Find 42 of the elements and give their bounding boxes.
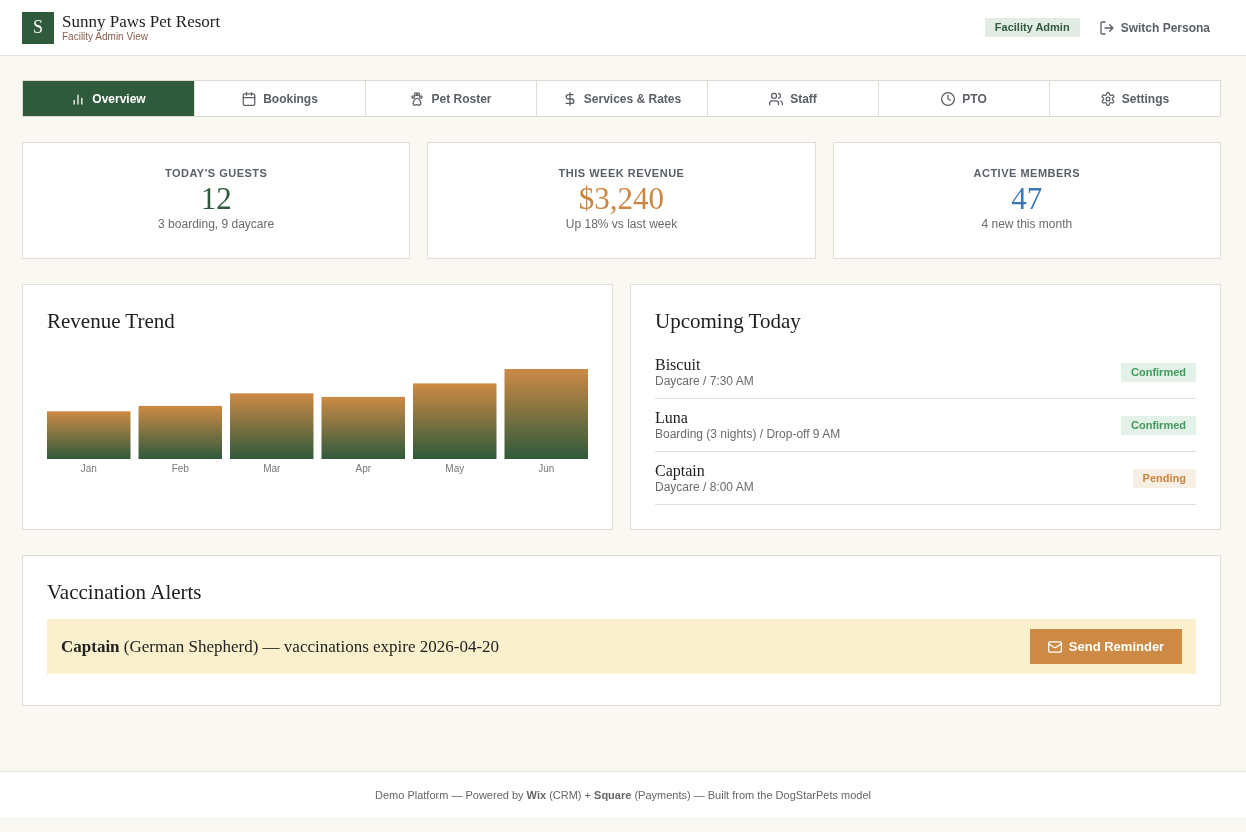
- booking-detail: Boarding (3 nights) / Drop-off 9 AM: [655, 427, 841, 442]
- panel-title: Upcoming Today: [655, 309, 802, 333]
- calendar-icon: [242, 91, 257, 106]
- envelope-icon: [1047, 639, 1062, 654]
- axis-label: Feb: [171, 463, 189, 474]
- stat-note: 3 boarding, 9 daycare: [158, 217, 275, 232]
- axis-label: Mar: [263, 463, 281, 474]
- stat-label: ACTIVE MEMBERS: [973, 166, 1081, 180]
- pet-name: Captain: [655, 461, 706, 480]
- footer-text: Demo Platform — Powered by Wix (CRM) + Square (Payments) — Built from the DogStarPets model: [375, 788, 871, 801]
- axis-label: Jan: [80, 463, 97, 474]
- stat-value: 12: [200, 181, 232, 217]
- booking-detail: Daycare / 7:30 AM: [655, 374, 754, 389]
- nav-tab[interactable]: Overview: [23, 81, 194, 116]
- paw-icon: [410, 91, 425, 106]
- status-tag: Confirmed: [1121, 362, 1196, 382]
- stat-value: $3,240: [578, 181, 665, 217]
- stat-note: 4 new this month: [981, 217, 1073, 232]
- status-tag: Pending: [1132, 468, 1196, 488]
- panel-title: Vaccination Alerts: [47, 580, 203, 604]
- booking-detail: Daycare / 8:00 AM: [655, 480, 754, 495]
- stat-value: 47: [1011, 181, 1043, 217]
- stat-label: THIS WEEK REVENUE: [558, 166, 685, 180]
- panel-title: Revenue Trend: [47, 309, 176, 333]
- people-icon: [769, 91, 784, 106]
- axis-label: Apr: [355, 463, 372, 474]
- alert-text: Captain (German Shepherd) — vaccinations expire 2026-04-20: [61, 636, 500, 657]
- pet-name: Luna: [655, 408, 689, 427]
- logout-icon: [1099, 20, 1114, 35]
- status-tag: Confirmed: [1121, 415, 1196, 435]
- stat-note: Up 18% vs last week: [565, 217, 678, 232]
- pet-name: Biscuit: [655, 355, 702, 374]
- app-subtitle: Facility Admin View: [62, 31, 149, 43]
- logo: S: [22, 11, 54, 44]
- clock-icon: [941, 91, 956, 106]
- stat-label: TODAY'S GUESTS: [164, 166, 268, 180]
- axis-label: May: [445, 463, 465, 474]
- settings-icon: [1100, 91, 1115, 106]
- role-badge: Facility Admin: [984, 18, 1080, 37]
- axis-label: Jun: [538, 463, 555, 474]
- switch-persona-button[interactable]: Switch Persona: [1089, 14, 1220, 41]
- app-title: Sunny Paws Pet Resort: [62, 12, 221, 31]
